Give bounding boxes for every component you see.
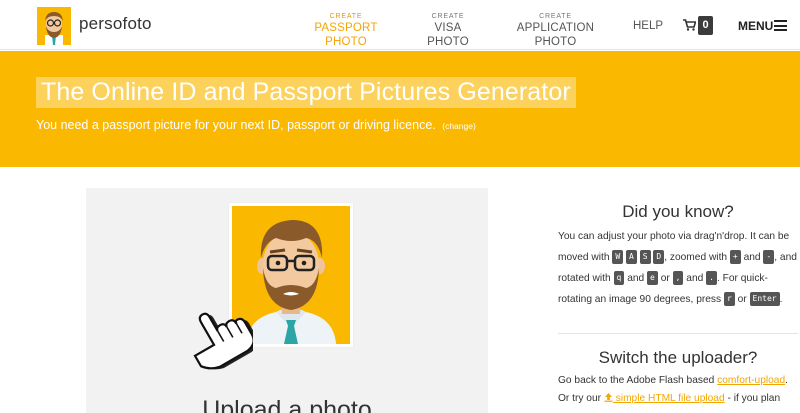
dyk-text-5: and bbox=[627, 273, 645, 284]
nav-visa-small: CREATE bbox=[431, 13, 465, 20]
switch-text-3: Or try our bbox=[558, 393, 602, 404]
top-navbar: persofoto CREATE PASSPORT PHOTO CREATE V… bbox=[0, 0, 800, 50]
key-q: q bbox=[613, 271, 625, 285]
menu-button[interactable]: MENU bbox=[738, 19, 773, 33]
hamburger-menu-icon[interactable] bbox=[774, 20, 787, 31]
dyk-text-7: and bbox=[686, 273, 704, 284]
dyk-text-3: and bbox=[743, 252, 761, 263]
switch-uploader-title: Switch the uploader? bbox=[598, 348, 758, 367]
hero-subtitle-text: You need a passport picture for your nex… bbox=[36, 118, 436, 132]
dyk-text-6: or bbox=[660, 273, 670, 284]
nav-help-link[interactable]: HELP bbox=[633, 20, 663, 32]
brand-name[interactable]: persofoto bbox=[79, 14, 152, 34]
did-you-know-title: Did you know? bbox=[622, 202, 734, 221]
nav-application-label: APPLICATION PHOTO bbox=[516, 22, 595, 48]
persofoto-logo-icon[interactable] bbox=[37, 7, 71, 45]
switch-text-1: Go back to the Adobe Flash based bbox=[558, 375, 715, 386]
nav-passport-small: CREATE bbox=[329, 13, 363, 20]
change-document-link[interactable]: (change) bbox=[442, 121, 476, 131]
simple-html-upload-link[interactable]: simple HTML file upload bbox=[604, 393, 725, 404]
upload-photo-heading: Upload a photo bbox=[202, 396, 372, 413]
dyk-text-10: . bbox=[779, 294, 783, 305]
switch-text-2: . bbox=[785, 375, 788, 386]
pointer-hand-icon bbox=[193, 312, 253, 370]
did-you-know-text: You can adjust your photo via drag'n'dro… bbox=[558, 226, 798, 310]
simple-html-upload-label: simple HTML file upload bbox=[615, 393, 725, 404]
hero-subtitle: You need a passport picture for your nex… bbox=[36, 118, 476, 132]
nav-create-passport-photo[interactable]: CREATE PASSPORT PHOTO bbox=[300, 13, 392, 49]
nav-visa-label: VISA PHOTO bbox=[427, 22, 469, 48]
dyk-text-2: , zoomed with bbox=[664, 252, 728, 263]
switch-text-4: - if you plan bbox=[727, 393, 781, 404]
comfort-upload-link[interactable]: comfort-upload bbox=[717, 375, 785, 386]
nav-create-application-photo[interactable]: CREATE APPLICATION PHOTO bbox=[502, 13, 609, 49]
cart-button[interactable]: 0 bbox=[683, 16, 717, 36]
nav-application-small: CREATE bbox=[539, 13, 572, 20]
nav-create-visa-photo[interactable]: CREATE VISA PHOTO bbox=[415, 13, 481, 49]
key-r: r bbox=[723, 292, 735, 306]
key-d: D bbox=[653, 250, 665, 264]
switch-uploader-text: Go back to the Adobe Flash based comfort… bbox=[558, 372, 798, 408]
page-title: The Online ID and Passport Pictures Gene… bbox=[36, 77, 576, 108]
dyk-text-9: or bbox=[737, 294, 747, 305]
key-enter: Enter bbox=[749, 292, 780, 306]
key-e: e bbox=[647, 271, 658, 285]
cart-count-badge: 0 bbox=[698, 16, 713, 35]
key-comma: , bbox=[672, 271, 684, 285]
cart-icon bbox=[683, 19, 696, 31]
key-minus: - bbox=[763, 250, 775, 264]
sidebar-divider bbox=[558, 333, 798, 334]
upload-icon bbox=[604, 393, 613, 402]
key-s: S bbox=[639, 250, 651, 264]
key-w: W bbox=[612, 250, 624, 264]
key-plus: + bbox=[729, 250, 741, 264]
key-dot: . bbox=[706, 271, 717, 285]
key-a: A bbox=[626, 250, 637, 264]
hero-banner: The Online ID and Passport Pictures Gene… bbox=[0, 51, 800, 167]
nav-passport-label: PASSPORT PHOTO bbox=[314, 22, 378, 48]
